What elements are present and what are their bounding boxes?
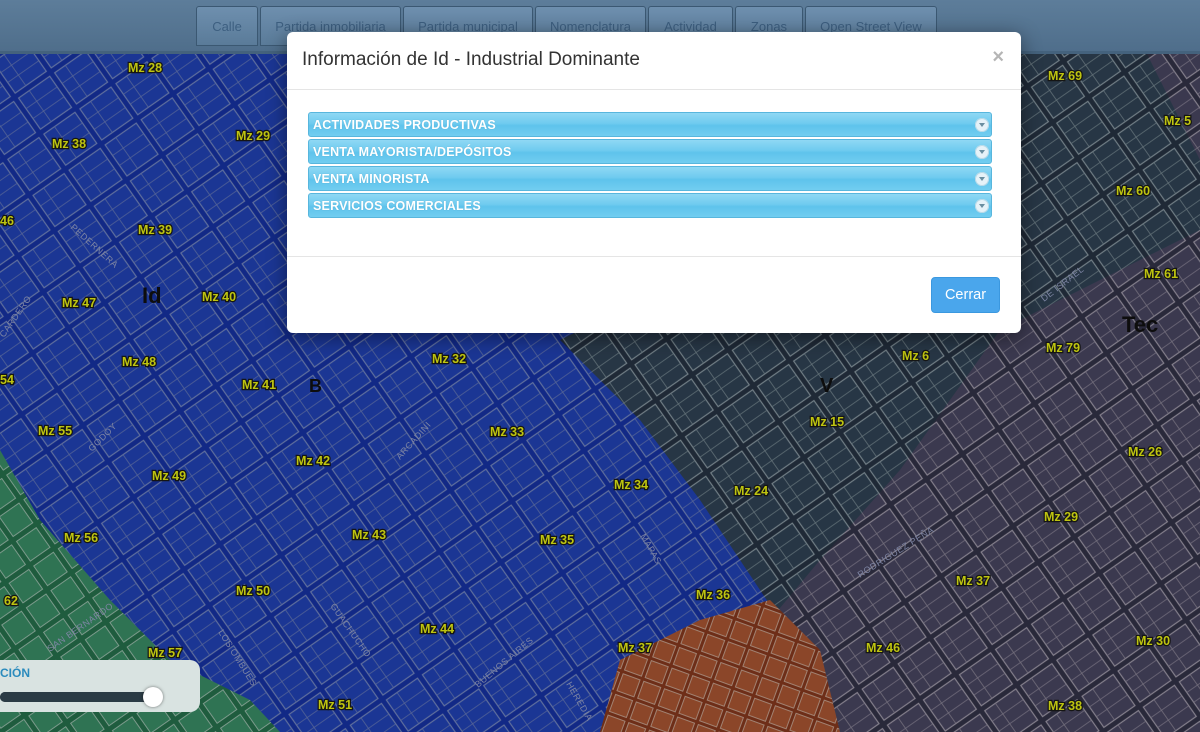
chevron-down-icon	[975, 172, 989, 186]
modal-header: Información de Id - Industrial Dominante…	[287, 32, 1021, 90]
info-modal: Información de Id - Industrial Dominante…	[287, 32, 1021, 333]
accordion-actividades-productivas[interactable]: ACTIVIDADES PRODUCTIVAS	[308, 112, 992, 137]
chevron-down-icon	[975, 145, 989, 159]
chevron-down-icon	[975, 199, 989, 213]
modal-title: Información de Id - Industrial Dominante	[302, 49, 640, 70]
slider-thumb[interactable]	[143, 687, 164, 707]
accordion-label: VENTA MINORISTA	[313, 172, 430, 186]
accordion-label: SERVICIOS COMERCIALES	[313, 199, 481, 213]
opacity-slider-panel: CIÓN	[0, 660, 200, 712]
slider-track[interactable]	[0, 692, 158, 702]
accordion-label: ACTIVIDADES PRODUCTIVAS	[313, 118, 496, 132]
accordion-venta-mayorista[interactable]: VENTA MAYORISTA/DEPÓSITOS	[308, 139, 992, 164]
accordion-label: VENTA MAYORISTA/DEPÓSITOS	[313, 145, 512, 159]
slider-fill	[0, 692, 154, 702]
modal-body: ACTIVIDADES PRODUCTIVAS VENTA MAYORISTA/…	[308, 112, 992, 220]
chevron-down-icon	[975, 118, 989, 132]
accordion-servicios-comerciales[interactable]: SERVICIOS COMERCIALES	[308, 193, 992, 218]
modal-footer: Cerrar	[287, 256, 1021, 333]
slider-label: CIÓN	[0, 666, 30, 680]
close-icon[interactable]: ×	[992, 46, 1004, 69]
toolbar-button-calle[interactable]: Calle	[196, 6, 258, 46]
app-stage: Id B V Tec PEDERNERA ARCADINI GODOY SAN …	[0, 0, 1200, 732]
cerrar-button[interactable]: Cerrar	[931, 277, 1000, 313]
accordion-venta-minorista[interactable]: VENTA MINORISTA	[308, 166, 992, 191]
